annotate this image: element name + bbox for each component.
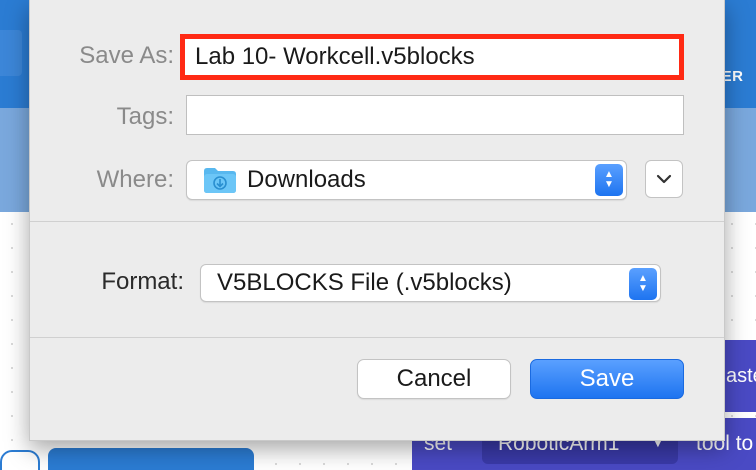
- divider: [30, 337, 724, 338]
- filename-input[interactable]: Lab 10- Workcell.v5blocks: [180, 34, 684, 80]
- downloads-folder-icon: [203, 166, 237, 194]
- updown-chevron-icon: ▲ ▼: [595, 164, 623, 196]
- save-dialog: Save As: Lab 10- Workcell.v5blocks Tags:…: [29, 0, 725, 441]
- tags-label: Tags:: [116, 103, 174, 130]
- where-select[interactable]: Downloads ▲ ▼: [186, 160, 627, 200]
- chevron-down-icon: [656, 174, 672, 184]
- code-block-text: aste: [726, 365, 756, 387]
- format-label: Format:: [101, 268, 184, 295]
- updown-chevron-icon: ▲ ▼: [629, 268, 657, 300]
- save-as-label: Save As:: [79, 42, 174, 69]
- save-button[interactable]: Save: [530, 359, 684, 399]
- where-value: Downloads: [247, 166, 366, 193]
- format-value: V5BLOCKS File (.v5blocks): [217, 269, 512, 296]
- expand-dialog-button[interactable]: [645, 160, 683, 198]
- workspace-block-edge-2[interactable]: [48, 448, 254, 470]
- filename-value: Lab 10- Workcell.v5blocks: [195, 43, 475, 70]
- cancel-button[interactable]: Cancel: [357, 359, 511, 399]
- toolbar-left-button[interactable]: [0, 30, 22, 76]
- workspace-block-edge[interactable]: [0, 450, 40, 470]
- format-select[interactable]: V5BLOCKS File (.v5blocks) ▲ ▼: [200, 264, 661, 302]
- divider: [30, 221, 724, 222]
- where-label: Where:: [96, 166, 174, 193]
- tags-input[interactable]: [186, 95, 684, 135]
